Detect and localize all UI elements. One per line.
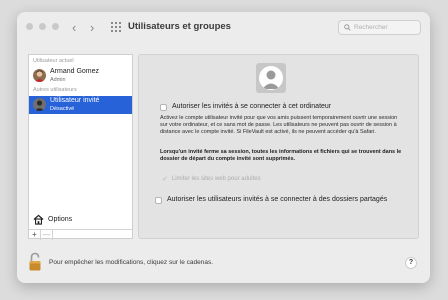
zoom-window-button[interactable] <box>52 23 59 30</box>
lock-instruction: Pour empêcher les modifications, cliquez… <box>49 259 214 266</box>
allow-guests-label[interactable]: Autoriser les invités à se connecter à c… <box>172 103 331 110</box>
options-label: Options <box>48 215 73 223</box>
allow-guests-checkbox[interactable] <box>160 104 167 111</box>
user-photo-avatar <box>33 69 46 82</box>
guest-settings-panel: Autoriser les invités à se connecter à c… <box>138 54 419 239</box>
user-list-sidebar: Utilisateur actuel Armand Gomez Admin Au… <box>28 54 133 240</box>
help-button[interactable]: ? <box>405 257 417 269</box>
guest-avatar <box>256 63 286 93</box>
back-chevron-icon[interactable]: ‹ <box>72 20 76 35</box>
user-status: Désactivé <box>50 106 75 112</box>
close-window-button[interactable] <box>26 23 33 30</box>
search-input[interactable] <box>354 22 416 33</box>
allow-shared-folders-checkbox[interactable] <box>155 197 162 204</box>
user-name: Utilisateur invité <box>50 97 100 104</box>
search-icon <box>344 24 351 31</box>
checkmark-icon: ✓ <box>162 176 168 183</box>
limit-sites-label: Limiter les sites web pour adultes <box>171 176 261 182</box>
remove-user-button[interactable]: — <box>41 230 53 240</box>
preferences-window: ‹ › Utilisateurs et groupes Utilisateur … <box>17 12 430 283</box>
guest-warning: Lorsqu'un invité ferme sa session, toute… <box>160 149 402 163</box>
other-users-header: Autres utilisateurs <box>33 87 77 93</box>
user-row-armand[interactable]: Armand Gomez Admin <box>29 67 132 85</box>
current-user-header: Utilisateur actuel <box>33 58 74 64</box>
allow-shared-folders-label[interactable]: Autoriser les utilisateurs invités à se … <box>167 196 387 203</box>
guest-description: Activez le compte utilisateur invité pou… <box>160 115 398 136</box>
search-field[interactable] <box>338 20 421 35</box>
minimize-window-button[interactable] <box>39 23 46 30</box>
user-role: Admin <box>50 77 66 83</box>
lock-bar: Pour empêcher les modifications, cliquez… <box>28 252 423 274</box>
user-silhouette-icon <box>262 70 280 89</box>
user-row-guest[interactable]: Utilisateur invité Désactivé <box>29 96 132 114</box>
titlebar: ‹ › Utilisateurs et groupes <box>17 12 430 42</box>
forward-chevron-icon[interactable]: › <box>90 20 94 35</box>
grid-icon[interactable] <box>111 22 121 32</box>
user-name: Armand Gomez <box>50 68 100 75</box>
user-avatar-icon <box>33 98 46 111</box>
house-icon <box>33 214 44 225</box>
add-remove-bar: + — <box>29 229 132 240</box>
window-title: Utilisateurs et groupes <box>128 21 231 32</box>
limit-sites-option[interactable]: ✓ Limiter les sites web pour adultes <box>162 175 261 183</box>
add-user-button[interactable]: + <box>29 230 41 240</box>
lock-icon[interactable] <box>28 252 42 272</box>
login-options-button[interactable]: Options <box>33 213 72 225</box>
